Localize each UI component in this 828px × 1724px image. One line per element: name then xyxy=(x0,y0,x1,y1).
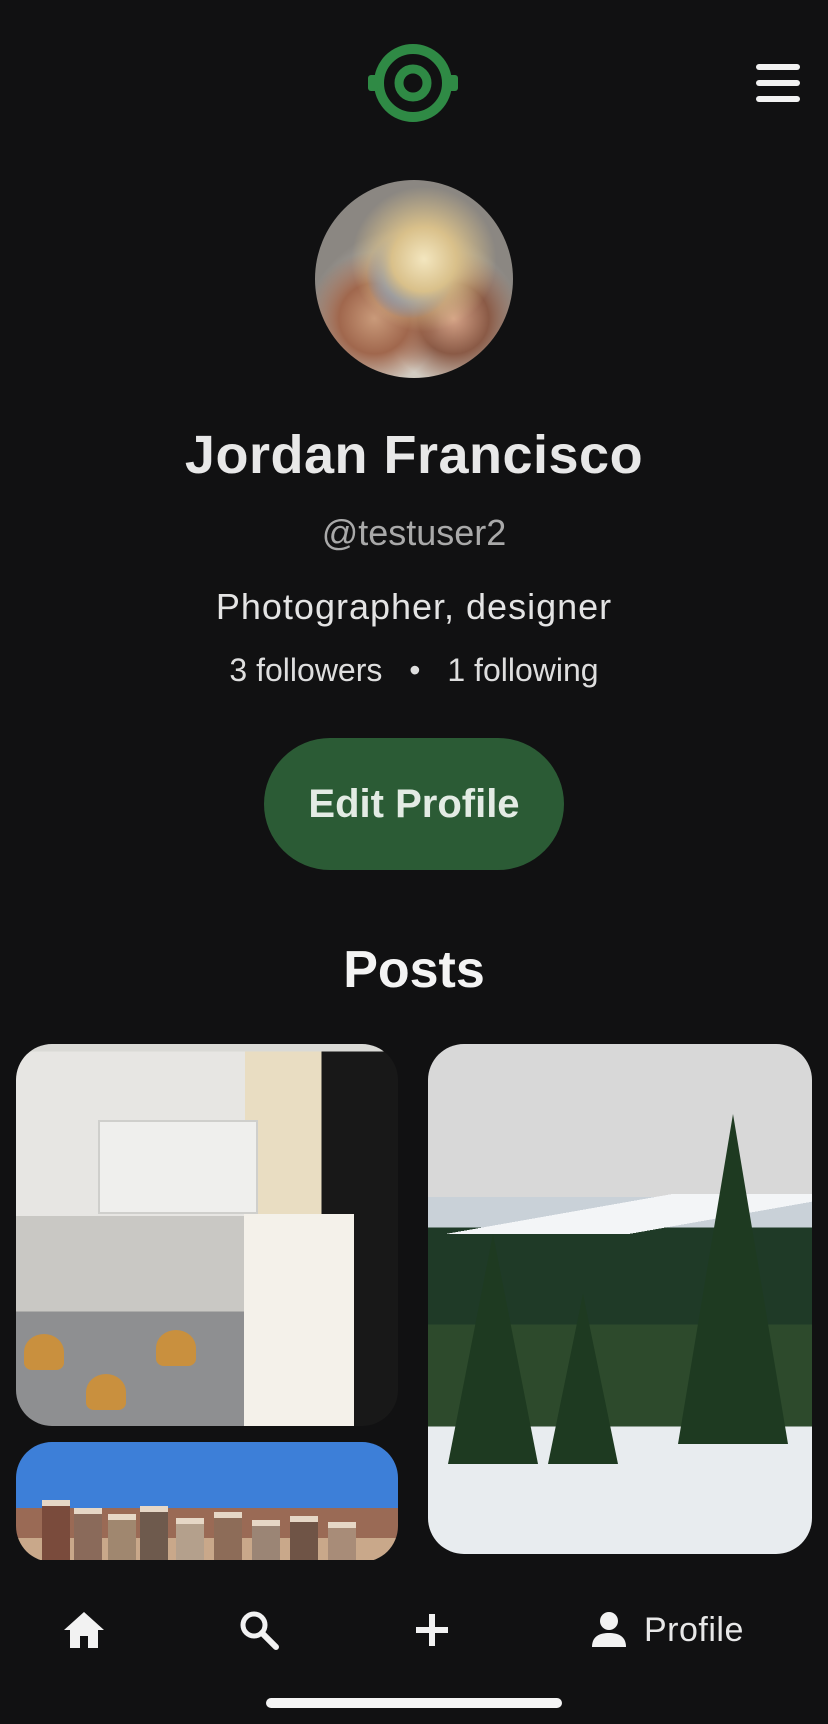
profile-handle: @testuser2 xyxy=(321,512,507,553)
profile-bio: Photographer, designer xyxy=(215,586,613,627)
nav-search[interactable] xyxy=(238,1600,280,1660)
nav-profile[interactable]: Profile xyxy=(590,1600,744,1660)
home-indicator xyxy=(266,1698,562,1708)
posts-heading: Posts xyxy=(343,941,485,999)
nav-profile-label: Profile xyxy=(644,1610,744,1649)
stats-separator: • xyxy=(409,652,421,688)
post-city-buildings-photo[interactable] xyxy=(16,1442,398,1562)
home-icon xyxy=(64,1612,104,1648)
avatar[interactable] xyxy=(315,180,513,378)
plus-icon xyxy=(416,1614,448,1646)
search-icon xyxy=(240,1611,279,1650)
edit-profile-button[interactable]: Edit Profile xyxy=(264,738,564,870)
hamburger-menu-icon[interactable] xyxy=(756,64,800,104)
following-count[interactable]: 1 following xyxy=(447,652,598,688)
person-icon xyxy=(592,1612,626,1647)
post-mountain-photo[interactable] xyxy=(428,1044,812,1554)
post-classroom-photo[interactable] xyxy=(16,1044,398,1426)
nav-home[interactable] xyxy=(62,1600,106,1660)
profile-name: Jordan Francisco xyxy=(184,425,644,485)
followers-count[interactable]: 3 followers xyxy=(229,652,382,688)
nav-create-post[interactable] xyxy=(414,1600,450,1660)
follow-stats: 3 followers • 1 following xyxy=(0,652,828,689)
app-logo-icon[interactable] xyxy=(366,40,460,126)
